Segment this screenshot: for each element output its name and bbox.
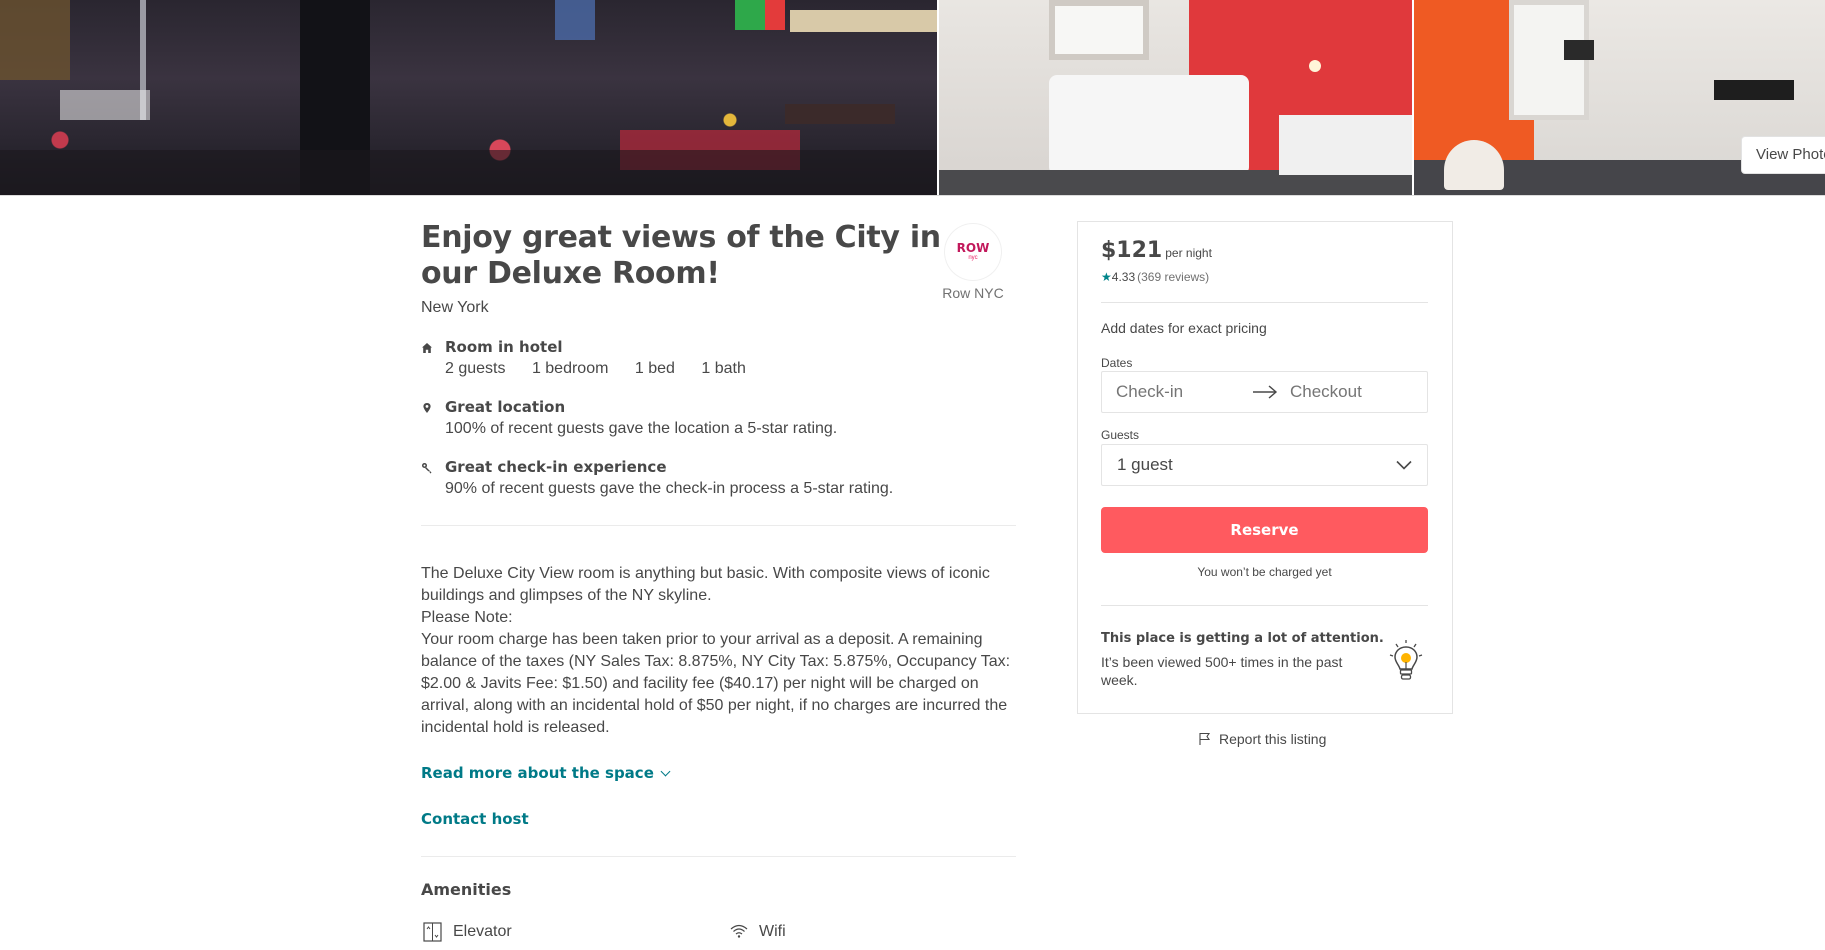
amenity-label: Elevator <box>453 923 512 940</box>
guests-count: 2 guests <box>445 360 506 377</box>
hotel-room-photo[interactable]: View Photos <box>1414 0 1825 195</box>
times-square-photo[interactable] <box>0 0 937 195</box>
amenity-label: Wifi <box>759 923 786 940</box>
feature-title: Room in hotel <box>445 338 563 356</box>
bath-count: 1 bath <box>701 360 746 377</box>
chevron-down-icon <box>660 766 671 777</box>
flag-icon <box>1199 732 1211 745</box>
feature-description: 90% of recent guests gave the check-in p… <box>445 480 894 497</box>
feature-title: Great location <box>445 398 566 416</box>
price-value: $121 <box>1101 238 1163 263</box>
home-icon <box>422 343 432 353</box>
description-paragraph: Please Note: <box>421 609 513 626</box>
guests-select[interactable]: 1 guest <box>1101 444 1428 486</box>
rating-value: 4.33 <box>1111 270 1136 284</box>
read-more-link[interactable]: Read more about the space <box>421 764 671 782</box>
wifi-icon <box>730 924 748 938</box>
photo-gallery[interactable]: View Photos <box>0 0 1825 196</box>
listing-title: Enjoy great views of the City in our Del… <box>421 220 941 291</box>
guests-value: 1 guest <box>1117 455 1173 474</box>
dates-label: Dates <box>1101 356 1133 370</box>
section-divider <box>421 856 1016 857</box>
section-divider <box>421 525 1016 526</box>
feature-description: 100% of recent guests gave the location … <box>445 420 838 437</box>
description-paragraph: The Deluxe City View room is anything bu… <box>421 565 990 604</box>
report-label: Report this listing <box>1219 731 1327 747</box>
bedroom-photo[interactable] <box>938 0 1413 195</box>
attention-description: It’s been viewed 500+ times in the past … <box>1101 654 1343 688</box>
feature-title: Great check-in experience <box>445 458 667 476</box>
price-unit: per night <box>1165 246 1212 260</box>
reserve-button[interactable]: Reserve <box>1101 507 1428 553</box>
pricing-note: Add dates for exact pricing <box>1101 320 1267 336</box>
view-photos-button[interactable]: View Photos <box>1741 136 1825 174</box>
elevator-icon <box>423 922 442 942</box>
bed-count: 1 bed <box>634 360 675 377</box>
nightly-price: $121 per night <box>1101 238 1212 263</box>
no-charge-note: You won’t be charged yet <box>1197 565 1332 579</box>
dates-picker[interactable]: Check-in Checkout <box>1101 371 1428 413</box>
card-divider <box>1101 302 1428 303</box>
chevron-down-icon <box>1396 460 1412 470</box>
key-icon <box>422 463 432 474</box>
read-more-label: Read more about the space <box>421 764 654 782</box>
description-paragraph: Your room charge has been taken prior to… <box>421 631 1011 736</box>
host-logo-subtext: nyc <box>968 255 978 261</box>
location-pin-icon <box>423 403 431 413</box>
checkin-field[interactable]: Check-in <box>1116 382 1183 402</box>
attention-title: This place is getting a lot of attention… <box>1101 631 1384 646</box>
booking-card: $121 per night ★4.33 (369 reviews) Add dat… <box>1077 221 1453 714</box>
listing-description: The Deluxe City View room is anything bu… <box>421 563 1021 739</box>
host-avatar[interactable]: ROW nyc <box>945 224 1001 280</box>
card-divider <box>1101 605 1428 606</box>
star-icon: ★ <box>1101 270 1112 284</box>
bedroom-count: 1 bedroom <box>531 360 609 377</box>
lightbulb-icon <box>1389 640 1423 680</box>
rating-summary[interactable]: ★4.33 (369 reviews) <box>1101 270 1209 284</box>
checkout-field[interactable]: Checkout <box>1290 382 1362 402</box>
amenities-title: Amenities <box>421 880 512 899</box>
listing-city: New York <box>421 299 489 316</box>
contact-host-link[interactable]: Contact host <box>421 810 529 828</box>
arrow-right-icon <box>1253 385 1278 399</box>
room-details: 2 guests 1 bedroom 1 bed 1 bath <box>445 360 768 378</box>
review-count: (369 reviews) <box>1137 270 1210 284</box>
host-name[interactable]: Row NYC <box>905 285 1041 301</box>
host-logo-text: ROW <box>956 241 990 255</box>
guests-label: Guests <box>1101 428 1140 442</box>
